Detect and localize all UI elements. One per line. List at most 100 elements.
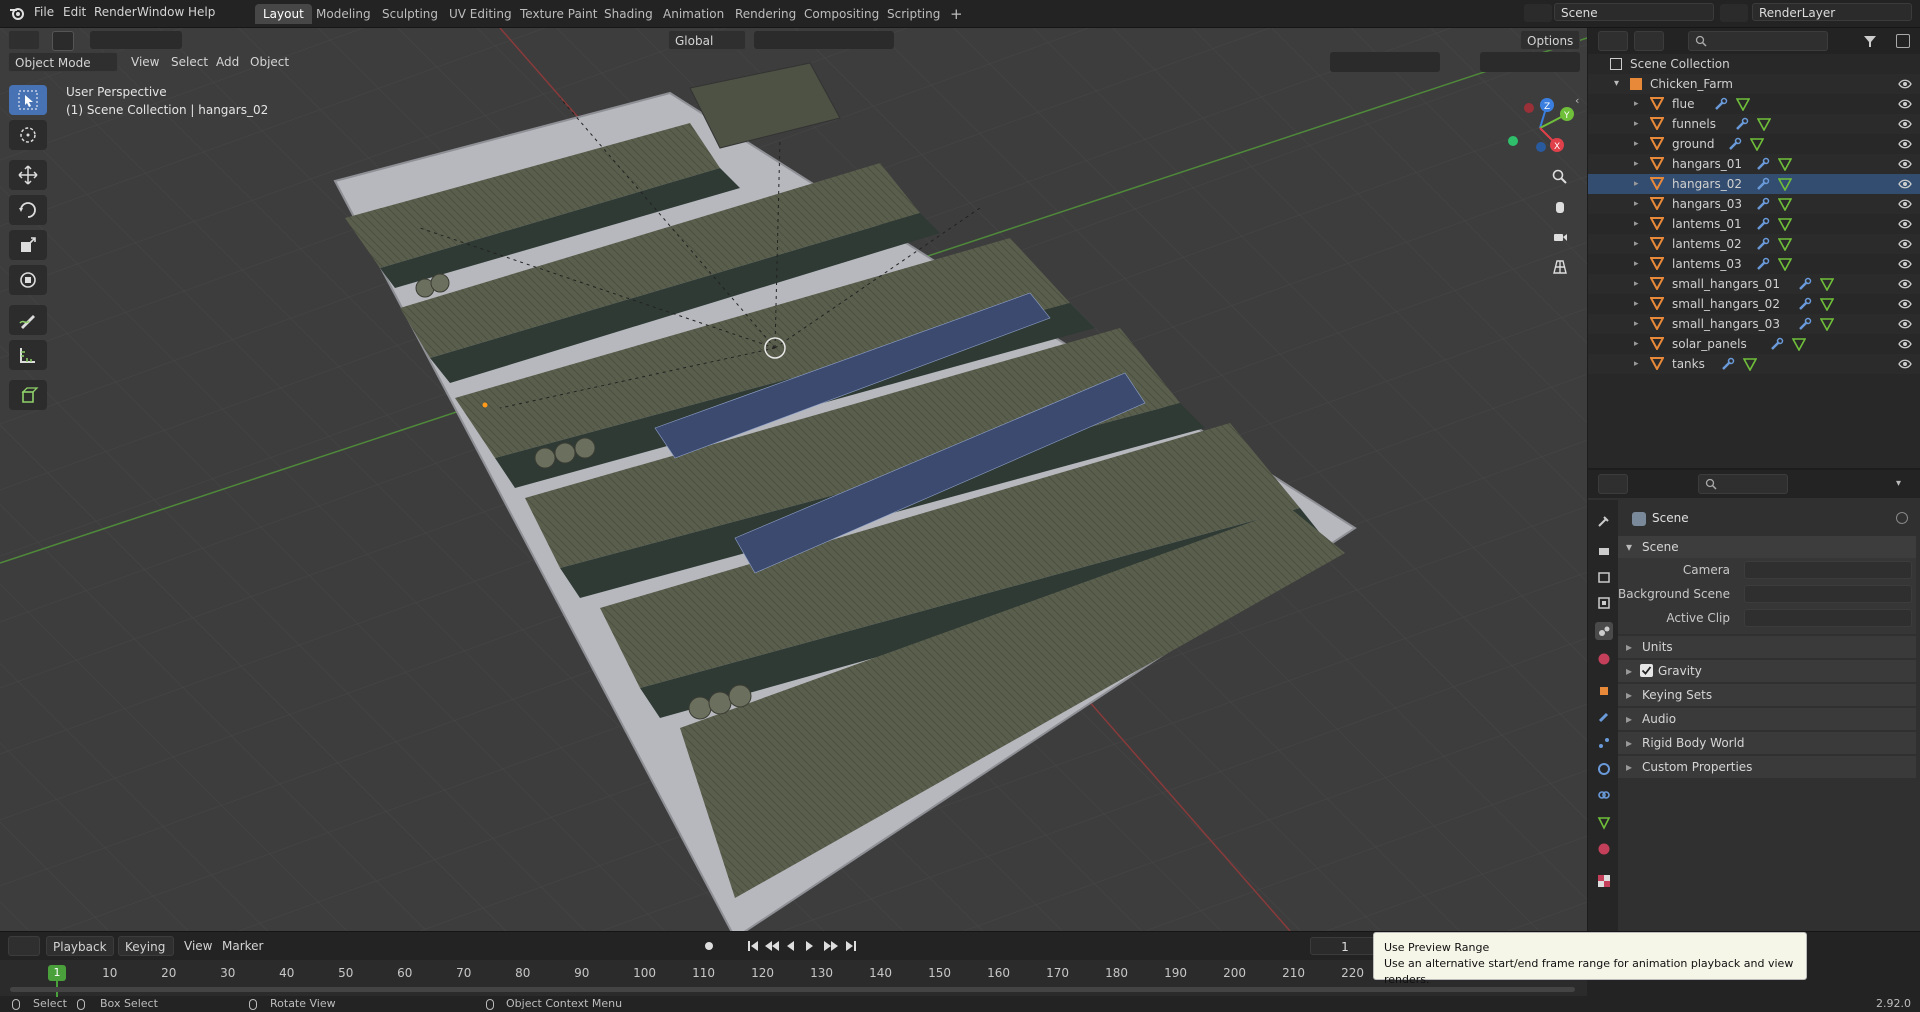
eye-icon[interactable]: [1898, 237, 1912, 251]
properties-editor-type-button[interactable]: [1598, 474, 1628, 494]
eye-icon[interactable]: [1898, 257, 1912, 271]
editor-type-button[interactable]: [8, 30, 40, 50]
expand-arrow-icon[interactable]: ▸: [1634, 194, 1639, 214]
outliner-object-row[interactable]: ▸ flue: [1588, 94, 1920, 114]
blender-logo-icon[interactable]: [8, 4, 26, 22]
expand-arrow-icon[interactable]: ▸: [1634, 174, 1639, 194]
audio-subpanel[interactable]: ▸ Audio: [1618, 708, 1916, 730]
outliner-object-row[interactable]: ▸ hangars_02: [1588, 174, 1920, 194]
viewport-menu-add[interactable]: Add: [210, 52, 245, 72]
outliner-search-field[interactable]: [1688, 31, 1828, 51]
eye-icon[interactable]: [1898, 77, 1912, 91]
filter-icon[interactable]: [1863, 34, 1877, 48]
menu-window[interactable]: Window: [137, 5, 184, 19]
eye-icon[interactable]: [1898, 137, 1912, 151]
overlay-toggles[interactable]: [1330, 52, 1440, 72]
view-layer-tab-icon[interactable]: [1595, 594, 1613, 612]
expand-arrow-icon[interactable]: ▸: [1634, 294, 1639, 314]
current-frame-field[interactable]: 1: [1310, 937, 1380, 955]
select-tool-icon[interactable]: [9, 85, 47, 115]
texture-tab-icon[interactable]: [1595, 872, 1613, 890]
options-dropdown[interactable]: Options: [1520, 30, 1580, 50]
snapping-icons[interactable]: [754, 31, 894, 49]
frame-cursor[interactable]: 1: [48, 965, 66, 981]
new-collection-icon[interactable]: [1896, 34, 1910, 48]
keying-sets-subpanel[interactable]: ▸ Keying Sets: [1618, 684, 1916, 706]
outliner-object-row[interactable]: ▸ small_hangars_02: [1588, 294, 1920, 314]
outliner-collection-row[interactable]: ▾ Chicken_Farm: [1588, 74, 1920, 94]
timeline-editor-type-button[interactable]: [8, 936, 40, 956]
eye-icon[interactable]: [1898, 157, 1912, 171]
view-layer-icon[interactable]: [1720, 4, 1748, 22]
expand-arrow-icon[interactable]: ▸: [1634, 254, 1639, 274]
outliner-object-row[interactable]: ▸ hangars_03: [1588, 194, 1920, 214]
outliner-object-row[interactable]: ▸ lantems_03: [1588, 254, 1920, 274]
zoom-icon[interactable]: [1546, 163, 1574, 191]
tool-tab-icon[interactable]: [1595, 512, 1613, 530]
expand-arrow-icon[interactable]: ▸: [1634, 334, 1639, 354]
scene-panel-header[interactable]: ▾ Scene: [1618, 536, 1916, 558]
scene-tab-icon[interactable]: [1595, 622, 1613, 640]
transform-tool-icon[interactable]: [9, 265, 47, 295]
menu-help[interactable]: Help: [188, 5, 215, 19]
object-tab-icon[interactable]: [1595, 682, 1613, 700]
rigid-body-world-subpanel[interactable]: ▸ Rigid Body World: [1618, 732, 1916, 754]
transform-orientation-dropdown[interactable]: Global: [668, 30, 746, 50]
rotate-tool-icon[interactable]: [9, 195, 47, 225]
scene-name-field[interactable]: Scene: [1554, 3, 1714, 21]
viewport-menu-view[interactable]: View: [125, 52, 165, 72]
active-clip-field[interactable]: [1744, 609, 1912, 627]
tab-uv-editing[interactable]: UV Editing: [441, 4, 520, 24]
outliner-object-row[interactable]: ▸ small_hangars_03: [1588, 314, 1920, 334]
data-tab-icon[interactable]: [1595, 814, 1613, 832]
record-button[interactable]: [702, 939, 716, 953]
cursor-tool-icon[interactable]: [9, 120, 47, 150]
eye-icon[interactable]: [1898, 217, 1912, 231]
eye-icon[interactable]: [1898, 177, 1912, 191]
outliner-object-row[interactable]: ▸ tanks: [1588, 354, 1920, 374]
viewport-menu-object[interactable]: Object: [244, 52, 295, 72]
camera-field[interactable]: [1744, 561, 1912, 579]
background-scene-field[interactable]: [1744, 585, 1912, 603]
timeline-marker-menu[interactable]: Marker: [216, 936, 269, 956]
expand-arrow-icon[interactable]: ▸: [1634, 354, 1639, 374]
outliner-editor-type-button[interactable]: [1598, 31, 1628, 51]
expand-arrow-icon[interactable]: ▸: [1634, 214, 1639, 234]
selection-mode-icons[interactable]: [90, 31, 182, 49]
expand-arrow-icon[interactable]: ▾: [1614, 74, 1619, 94]
constraints-tab-icon[interactable]: [1595, 786, 1613, 804]
add-cube-tool-icon[interactable]: [9, 380, 47, 410]
keying-menu[interactable]: Keying: [118, 936, 174, 956]
output-tab-icon[interactable]: [1595, 568, 1613, 586]
tab-shading[interactable]: Shading: [596, 4, 661, 24]
menu-render[interactable]: Render: [94, 5, 137, 19]
tab-rendering[interactable]: Rendering: [727, 4, 804, 24]
outliner-root-row[interactable]: Scene Collection: [1588, 54, 1920, 74]
units-subpanel[interactable]: ▸ Units: [1618, 636, 1916, 658]
tab-sculpting[interactable]: Sculpting: [374, 4, 446, 24]
annotate-tool-icon[interactable]: [9, 305, 47, 335]
camera-view-icon[interactable]: [1546, 223, 1574, 251]
eye-icon[interactable]: [1898, 277, 1912, 291]
timeline-view-menu[interactable]: View: [178, 936, 218, 956]
move-tool-icon[interactable]: [9, 160, 47, 190]
expand-arrow-icon[interactable]: ▸: [1634, 114, 1639, 134]
outliner-object-row[interactable]: ▸ lantems_01: [1588, 214, 1920, 234]
pin-icon[interactable]: [1896, 512, 1908, 524]
tab-modeling[interactable]: Modeling: [308, 4, 379, 24]
sidebar-toggle-icon[interactable]: ‹: [1575, 94, 1579, 107]
view-layer-field[interactable]: RenderLayer: [1752, 3, 1912, 21]
gravity-checkbox[interactable]: [1640, 664, 1653, 677]
eye-icon[interactable]: [1898, 97, 1912, 111]
expand-arrow-icon[interactable]: ▸: [1634, 274, 1639, 294]
eye-icon[interactable]: [1898, 317, 1912, 331]
add-workspace-button[interactable]: +: [942, 4, 971, 24]
tab-compositing[interactable]: Compositing: [796, 4, 887, 24]
display-mode-button[interactable]: [1634, 31, 1664, 51]
viewport-menu-select[interactable]: Select: [165, 52, 214, 72]
custom-properties-subpanel[interactable]: ▸ Custom Properties: [1618, 756, 1916, 778]
outliner-object-row[interactable]: ▸ small_hangars_01: [1588, 274, 1920, 294]
eye-icon[interactable]: [1898, 337, 1912, 351]
expand-arrow-icon[interactable]: ▸: [1634, 234, 1639, 254]
expand-arrow-icon[interactable]: ▸: [1634, 94, 1639, 114]
